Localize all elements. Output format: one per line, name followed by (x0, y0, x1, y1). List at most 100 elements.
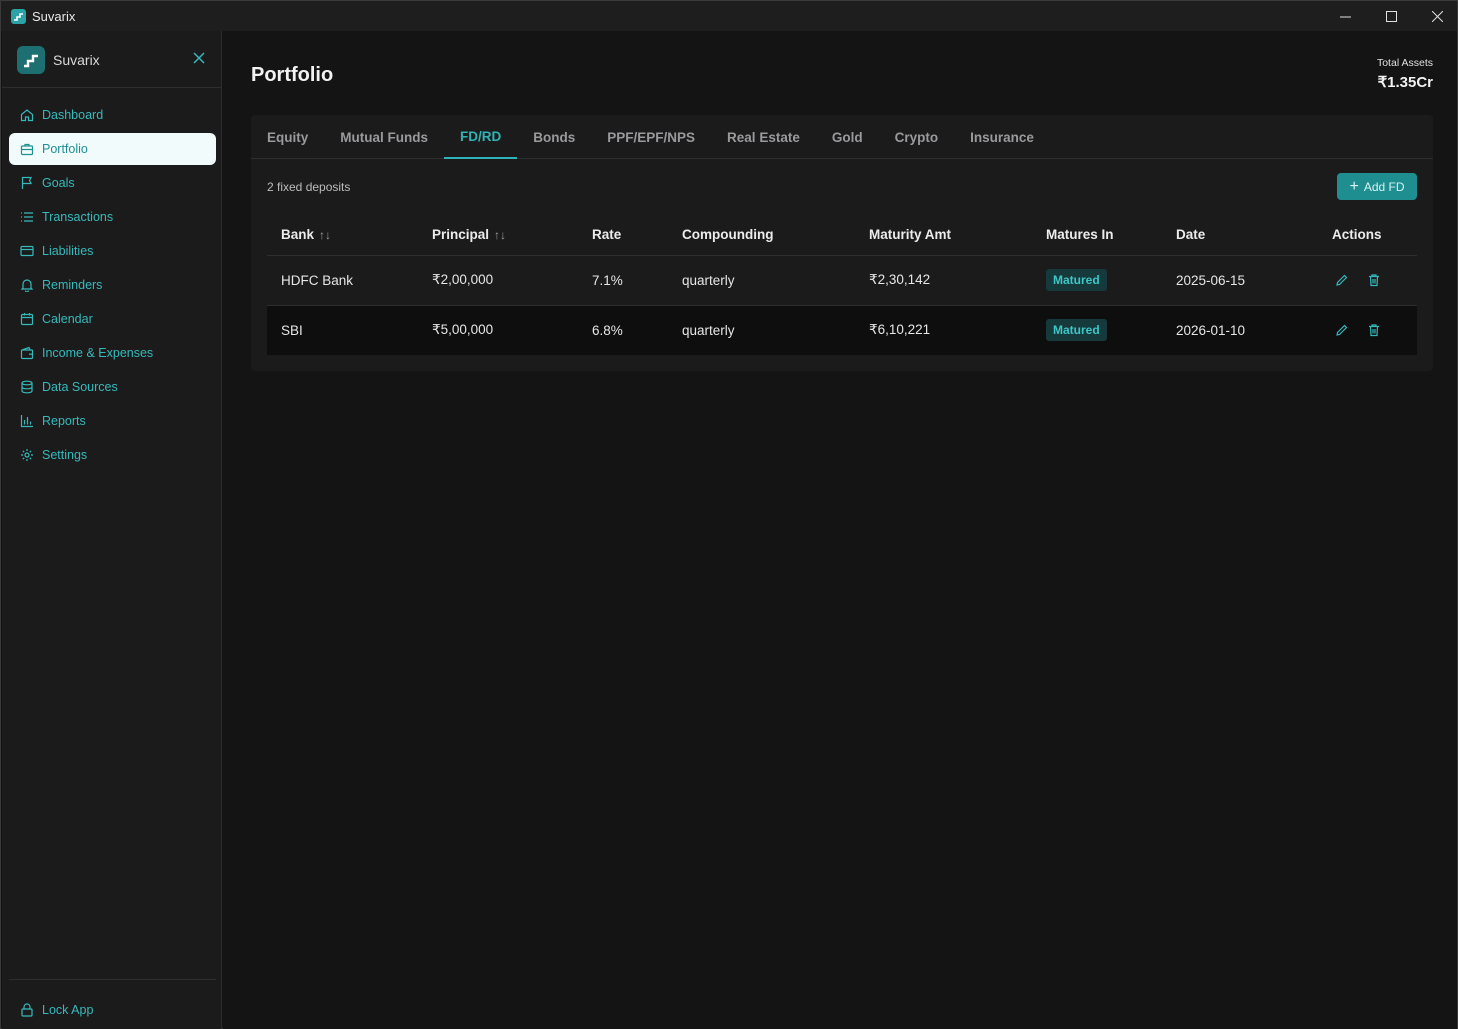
sidebar-item-label: Liabilities (42, 244, 94, 258)
sidebar-item-label: Reminders (42, 278, 103, 292)
sidebar-item-income-expenses[interactable]: Income & Expenses (9, 337, 216, 369)
sidebar-item-label: Transactions (42, 210, 114, 224)
sidebar-item-portfolio[interactable]: Portfolio (9, 133, 216, 165)
tab-ppf-epf-nps[interactable]: PPF/EPF/NPS (591, 115, 711, 159)
briefcase-icon (19, 141, 35, 157)
sidebar-item-label: Calendar (42, 312, 93, 326)
column-header-principal[interactable]: Principal ↑↓ (418, 215, 578, 256)
tab-fd-rd[interactable]: FD/RD (444, 115, 518, 159)
lock-app-button[interactable]: Lock App (9, 994, 216, 1026)
table-row: HDFC Bank ₹2,00,000 7.1% quarterly ₹2,30… (267, 255, 1417, 306)
tab-insurance[interactable]: Insurance (954, 115, 1050, 159)
title-bar: Suvarix (1, 1, 1457, 31)
close-window-button[interactable] (1414, 1, 1458, 31)
window-title: Suvarix (32, 8, 76, 24)
tab-equity[interactable]: Equity (251, 115, 324, 159)
sidebar-item-label: Dashboard (42, 108, 104, 122)
sidebar-item-label: Goals (42, 176, 75, 190)
brand-logo-icon (17, 46, 45, 74)
lock-app-label: Lock App (42, 1003, 94, 1017)
bell-icon (19, 277, 35, 293)
table-row: SBI ₹5,00,000 6.8% quarterly ₹6,10,221 M… (267, 305, 1417, 355)
credit-card-icon (19, 243, 35, 259)
sidebar-footer: Lock App (9, 979, 216, 1028)
column-header-maturity-amt: Maturity Amt (855, 215, 1032, 256)
total-assets-label: Total Assets (1376, 57, 1433, 69)
column-header-date: Date (1162, 215, 1318, 256)
portfolio-card: Equity Mutual Funds FD/RD Bonds PPF/EPF/… (251, 115, 1433, 371)
tab-crypto[interactable]: Crypto (879, 115, 955, 159)
sidebar-item-label: Reports (42, 414, 86, 428)
cell-maturity-amt: ₹2,30,142 (855, 255, 1032, 306)
status-badge: Matured (1046, 319, 1107, 342)
cell-rate: 7.1% (578, 255, 668, 306)
sidebar-item-liabilities[interactable]: Liabilities (9, 235, 216, 267)
sidebar-item-label: Data Sources (42, 380, 118, 394)
delete-icon[interactable] (1364, 320, 1384, 340)
page-title: Portfolio (251, 64, 334, 86)
tab-mutual-funds[interactable]: Mutual Funds (324, 115, 444, 159)
maximize-button[interactable] (1368, 1, 1414, 31)
sort-icon[interactable]: ↑↓ (319, 228, 331, 242)
column-header-compounding: Compounding (668, 215, 855, 256)
lock-icon (19, 1002, 35, 1018)
add-fd-label: Add FD (1363, 179, 1405, 194)
sidebar-item-goals[interactable]: Goals (9, 167, 216, 199)
gear-icon (19, 447, 35, 463)
list-icon (19, 209, 35, 225)
sidebar-close-icon[interactable] (190, 49, 208, 67)
total-assets-value: ₹1.35Cr (1377, 74, 1433, 91)
sort-icon[interactable]: ↑↓ (494, 228, 506, 242)
plus-icon: + (1349, 177, 1359, 195)
app-logo-icon (11, 8, 26, 24)
cell-actions (1318, 305, 1417, 355)
flag-icon (19, 175, 35, 191)
fd-count: 2 fixed deposits (267, 180, 351, 194)
brand-name: Suvarix (53, 52, 100, 68)
column-header-matures-in: Matures In (1032, 215, 1162, 256)
sidebar: Suvarix Dashboard Portfolio Goals Transa… (2, 31, 222, 1029)
tab-real-estate[interactable]: Real Estate (711, 115, 816, 159)
cell-rate: 6.8% (592, 322, 623, 338)
sidebar-nav: Dashboard Portfolio Goals Transactions L… (9, 99, 216, 473)
minimize-button[interactable] (1322, 1, 1368, 31)
sidebar-brand: Suvarix (2, 31, 222, 88)
sidebar-item-dashboard[interactable]: Dashboard (9, 99, 216, 131)
add-fd-button[interactable]: + Add FD (1337, 173, 1417, 200)
sidebar-item-label: Settings (42, 448, 88, 462)
home-icon (19, 107, 35, 123)
sidebar-item-reminders[interactable]: Reminders (9, 269, 216, 301)
cell-compounding: quarterly (668, 255, 855, 306)
cell-principal: ₹2,00,000 (418, 255, 578, 306)
asset-tabs: Equity Mutual Funds FD/RD Bonds PPF/EPF/… (251, 115, 1433, 159)
sidebar-item-label: Portfolio (42, 142, 88, 156)
cell-matures-in: Matured (1032, 255, 1162, 306)
cell-principal: ₹5,00,000 (432, 322, 494, 338)
app-window: Suvarix Suvarix Dashboard Portfolio Goal… (0, 0, 1458, 1029)
column-header-bank[interactable]: Bank ↑↓ (267, 215, 418, 256)
sidebar-item-data-sources[interactable]: Data Sources (9, 371, 216, 403)
main-content: Portfolio Total Assets ₹1.35Cr Equity Mu… (223, 31, 1457, 1029)
sidebar-item-calendar[interactable]: Calendar (9, 303, 216, 335)
cell-actions (1318, 255, 1417, 306)
edit-icon[interactable] (1332, 270, 1352, 290)
edit-icon[interactable] (1332, 320, 1352, 340)
sidebar-item-reports[interactable]: Reports (9, 405, 216, 437)
total-assets: Total Assets ₹1.35Cr (1377, 57, 1433, 91)
status-badge: Matured (1046, 269, 1107, 291)
tab-bonds[interactable]: Bonds (517, 115, 591, 159)
wallet-icon (19, 345, 35, 361)
tab-gold[interactable]: Gold (816, 115, 879, 159)
calendar-icon (19, 311, 35, 327)
fd-table: Bank ↑↓ Principal ↑↓ Rate Compounding Matu… (267, 215, 1417, 355)
cell-date: 2026-01-10 (1176, 322, 1246, 338)
database-icon (19, 379, 35, 395)
cell-maturity-amt: ₹6,10,221 (869, 322, 931, 338)
sidebar-item-settings[interactable]: Settings (9, 439, 216, 471)
column-header-rate: Rate (578, 215, 668, 256)
cell-bank: SBI (281, 322, 303, 338)
delete-icon[interactable] (1364, 270, 1384, 290)
sidebar-item-transactions[interactable]: Transactions (9, 201, 216, 233)
column-header-actions: Actions (1318, 215, 1417, 256)
cell-compounding: quarterly (682, 322, 735, 338)
